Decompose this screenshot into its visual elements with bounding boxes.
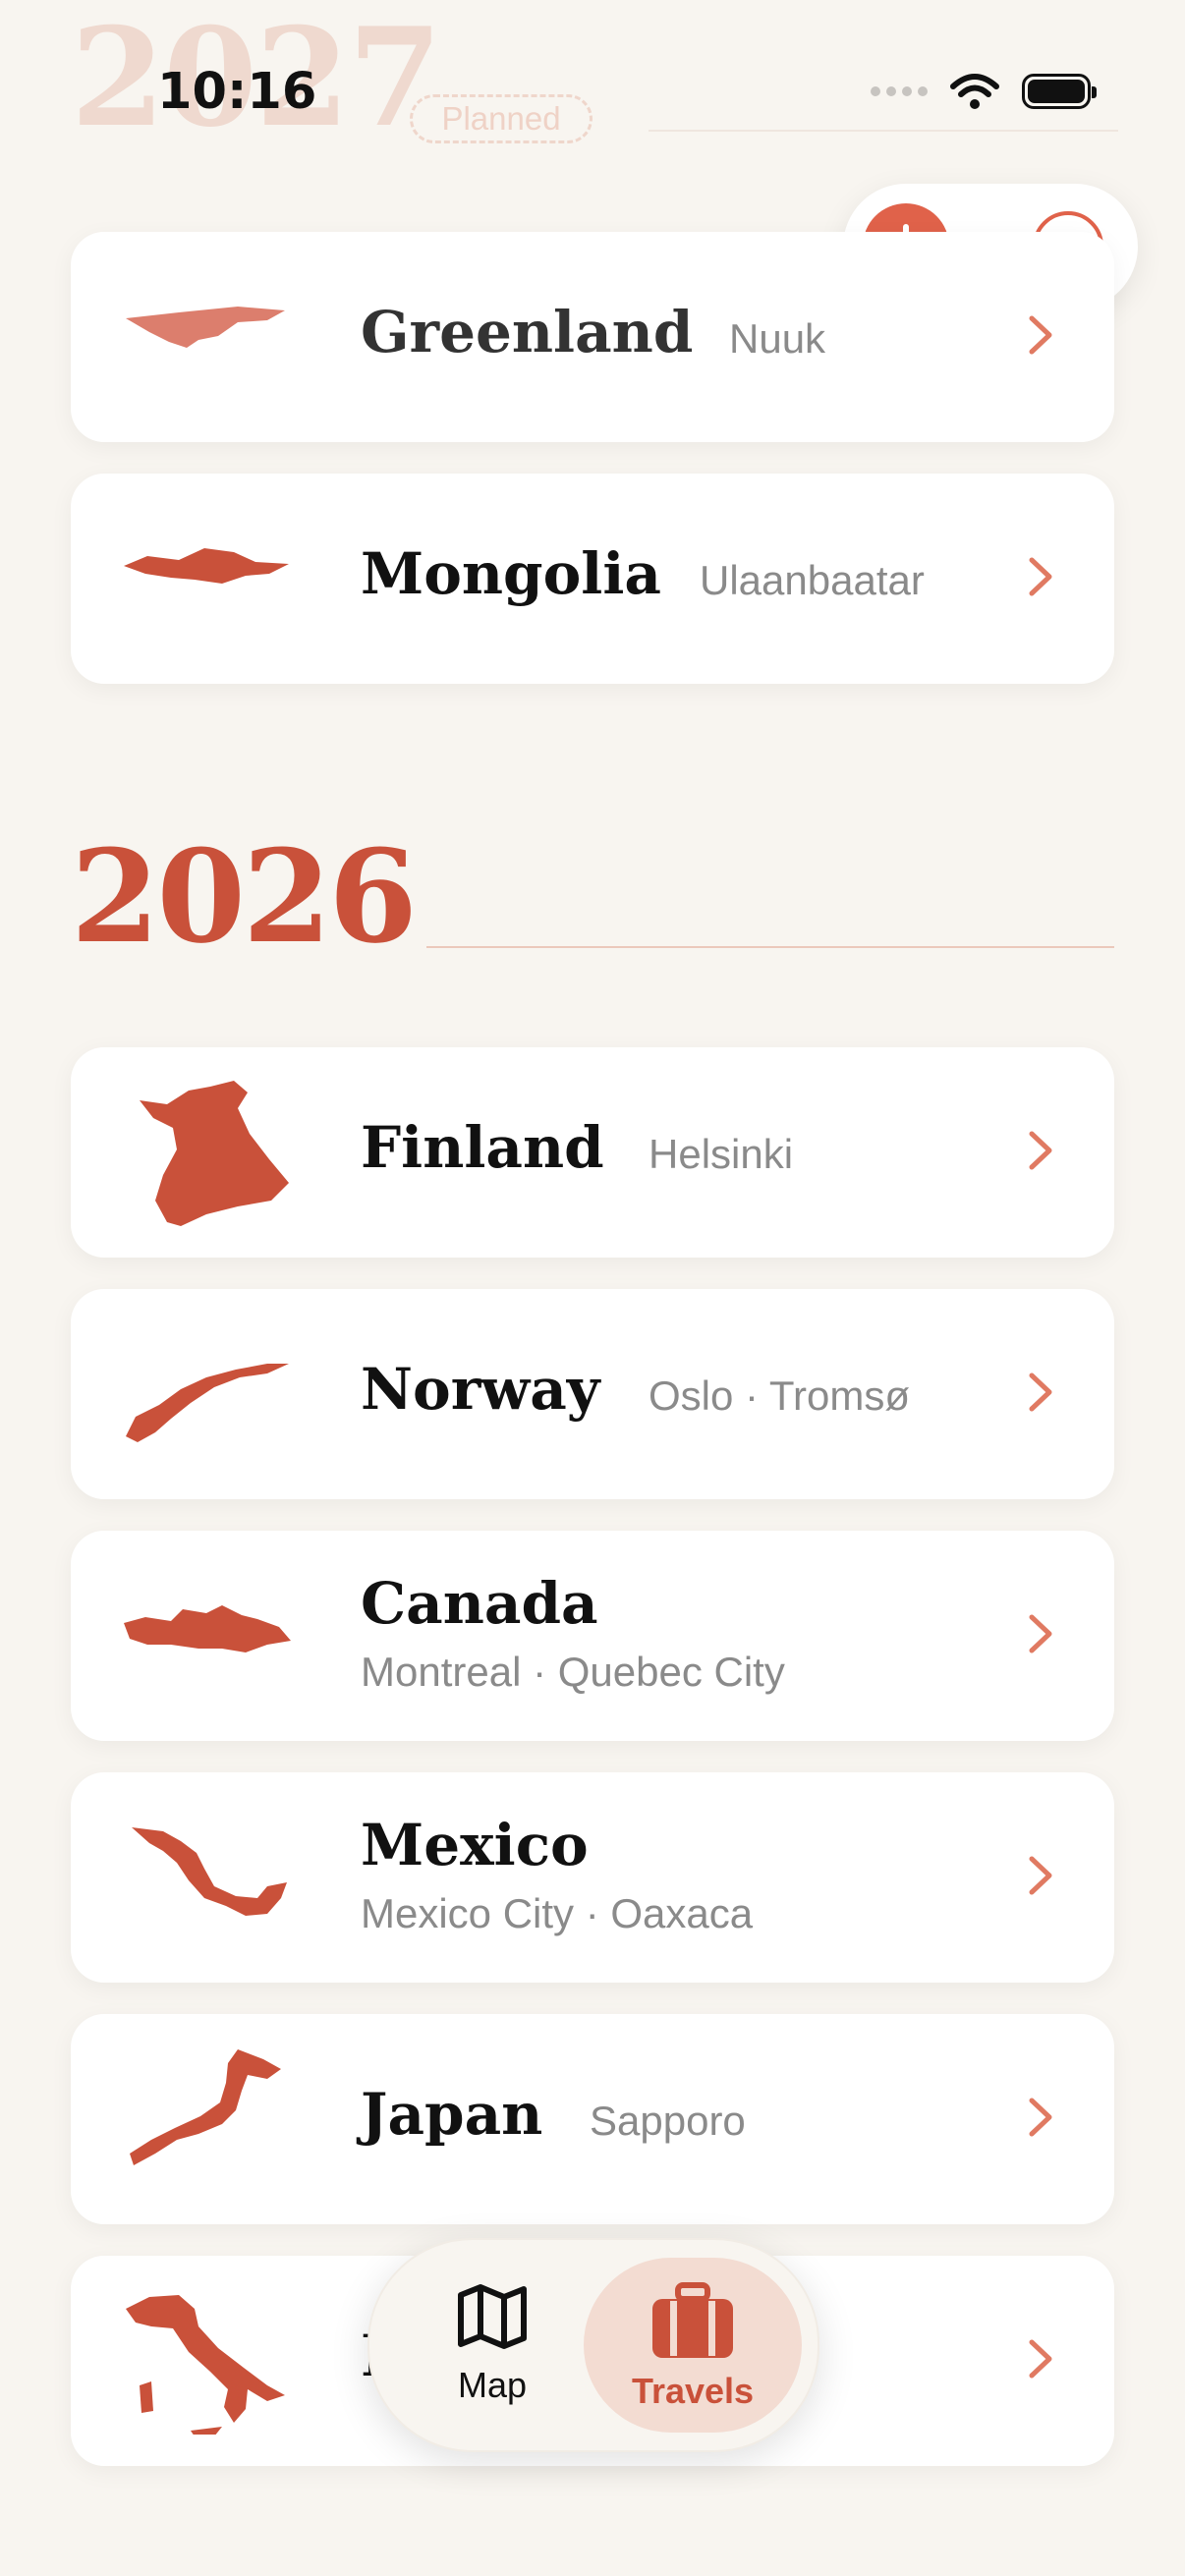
greenland-shape-icon	[126, 307, 285, 348]
canada-shape-icon	[124, 1605, 291, 1652]
city-list: Ulaanbaatar	[700, 557, 925, 603]
divider-2027	[649, 130, 1118, 132]
trip-card-japan[interactable]: Japan Sapporo	[71, 2014, 1114, 2224]
trip-card-mongolia[interactable]: Mongolia Ulaanbaatar	[71, 474, 1114, 684]
signal-icon	[871, 86, 928, 96]
wifi-icon	[950, 74, 999, 109]
chevron-right-icon	[1029, 2098, 1052, 2137]
country-name: Norway	[361, 1356, 600, 1423]
norway-shape-icon	[126, 1364, 289, 1442]
trip-card-finland[interactable]: Finland Helsinki	[71, 1047, 1114, 1258]
planned-badge: Planned	[410, 94, 592, 143]
chevron-right-icon	[1029, 1131, 1052, 1170]
suitcase-icon	[652, 2282, 733, 2358]
city-list: Nuuk	[729, 315, 826, 362]
divider-2026	[426, 946, 1114, 948]
tab-map[interactable]: Map	[409, 2268, 576, 2425]
country-name: Mexico	[361, 1812, 589, 1878]
mongolia-shape-icon	[124, 548, 289, 584]
italy-shape-icon	[126, 2295, 285, 2435]
city-list: Sapporo	[590, 2098, 746, 2144]
trip-card-mexico[interactable]: Mexico Mexico City · Oaxaca	[71, 1772, 1114, 1983]
status-indicators	[871, 73, 1097, 110]
tab-map-label: Map	[457, 2365, 528, 2405]
city-list: Montreal · Quebec City	[361, 1649, 785, 1695]
status-time: 10:16	[157, 63, 317, 121]
city-list: Oslo · Tromsø	[649, 1372, 911, 1419]
chevron-right-icon	[1029, 1856, 1052, 1895]
city-list: Mexico City · Oaxaca	[361, 1890, 754, 1936]
country-name: Finland	[361, 1114, 604, 1181]
trip-card-norway[interactable]: Norway Oslo · Tromsø	[71, 1289, 1114, 1499]
japan-shape-icon	[130, 2049, 281, 2165]
country-name: Greenland	[361, 299, 694, 365]
tab-travels[interactable]: Travels	[584, 2258, 802, 2433]
chevron-right-icon	[1029, 2339, 1052, 2379]
chevron-right-icon	[1029, 1614, 1052, 1653]
city-list: Helsinki	[649, 1131, 794, 1177]
tab-travels-label: Travels	[631, 2371, 755, 2411]
country-name: Mongolia	[361, 540, 661, 607]
country-name: Canada	[361, 1570, 598, 1637]
finland-shape-icon	[140, 1081, 289, 1226]
tab-bar: Map Travels	[367, 2238, 819, 2452]
map-icon	[458, 2284, 527, 2349]
trip-card-greenland[interactable]: Greenland Nuuk	[71, 232, 1114, 442]
chevron-right-icon	[1029, 315, 1052, 355]
trip-card-canada[interactable]: Canada Montreal · Quebec City	[71, 1531, 1114, 1741]
year-header-2026: 2026	[71, 821, 418, 972]
country-name: Japan	[361, 2081, 543, 2148]
mexico-shape-icon	[132, 1827, 287, 1916]
chevron-right-icon	[1029, 557, 1052, 596]
battery-icon	[1022, 74, 1097, 109]
chevron-right-icon	[1029, 1372, 1052, 1412]
